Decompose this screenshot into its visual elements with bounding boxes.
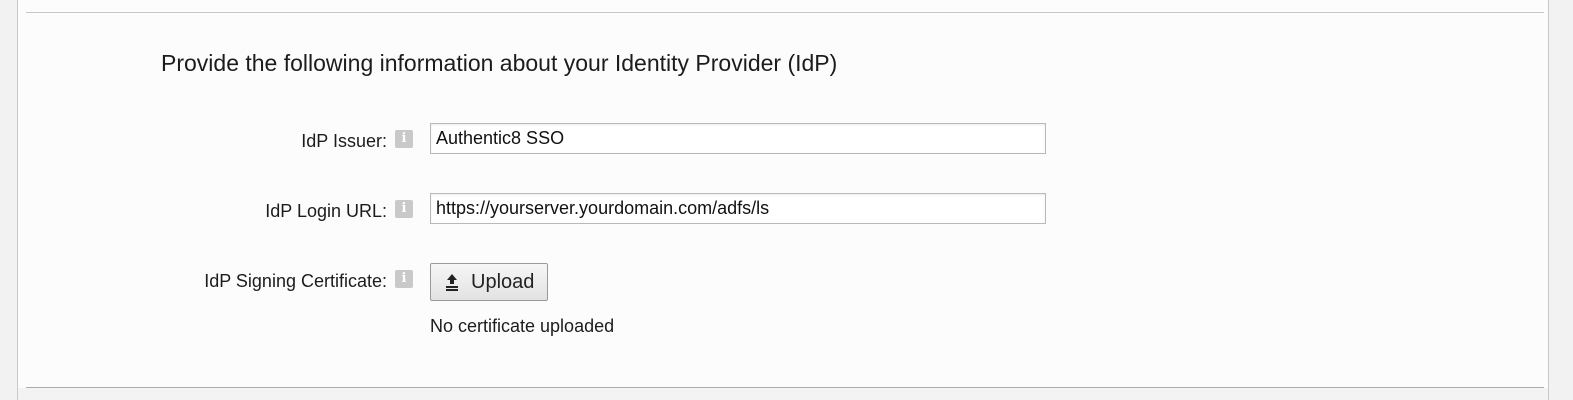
section-heading: Provide the following information about … bbox=[161, 50, 838, 76]
login-url-row: IdP Login URL: i bbox=[18, 193, 1548, 227]
issuer-label: IdP Issuer: bbox=[301, 131, 387, 151]
upload-arrow-icon bbox=[446, 274, 458, 291]
issuer-row: IdP Issuer: i bbox=[18, 123, 1548, 157]
info-icon[interactable]: i bbox=[395, 270, 413, 288]
signing-certificate-label: IdP Signing Certificate: bbox=[204, 271, 387, 291]
top-divider bbox=[26, 12, 1544, 13]
certificate-status: No certificate uploaded bbox=[430, 316, 615, 336]
login-url-label: IdP Login URL: bbox=[265, 201, 387, 221]
form-panel: Provide the following information about … bbox=[17, 0, 1549, 400]
login-url-input[interactable] bbox=[430, 193, 1046, 224]
info-icon[interactable]: i bbox=[395, 200, 413, 218]
upload-button-label: Upload bbox=[471, 270, 535, 293]
issuer-input[interactable] bbox=[430, 123, 1046, 154]
footer-band bbox=[18, 388, 1548, 400]
info-icon[interactable]: i bbox=[395, 130, 413, 148]
upload-button[interactable]: Upload bbox=[430, 263, 548, 301]
signing-certificate-row: IdP Signing Certificate: i Upload No cer… bbox=[18, 263, 1548, 343]
